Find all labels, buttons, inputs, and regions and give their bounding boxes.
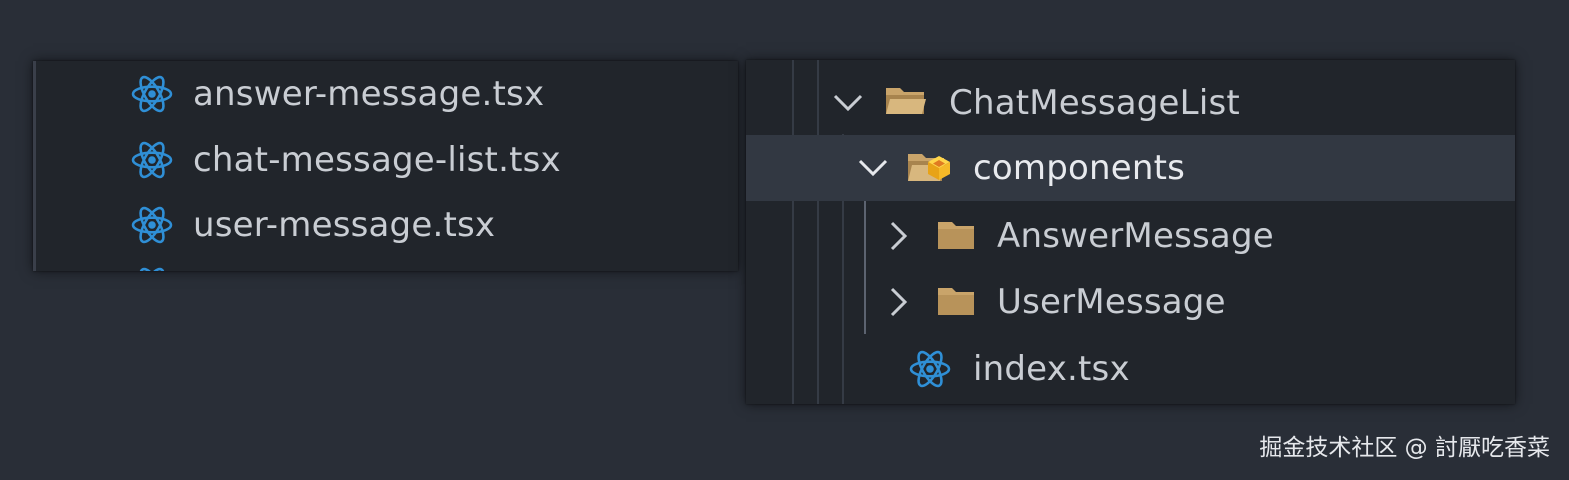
tree-row-chatmessagelist[interactable]: ChatMessageList xyxy=(746,70,1515,136)
file-name: user-message.tsx xyxy=(193,205,496,245)
folder-icon xyxy=(938,288,974,315)
folder-icon xyxy=(938,222,974,249)
react-icon xyxy=(131,141,173,179)
chevron-right-icon xyxy=(890,221,908,251)
file-name: chat-message-list.tsx xyxy=(193,140,561,180)
folder-open-icon xyxy=(886,88,926,114)
tree-row-components[interactable]: components xyxy=(746,135,1515,334)
file-name: answer-message.tsx xyxy=(193,74,545,114)
file-list-panel: answer-message.tsx chat-message-list.tsx… xyxy=(33,61,738,271)
react-icon xyxy=(131,75,173,113)
folder-name: AnswerMessage xyxy=(997,216,1274,256)
watermark-text: 掘金技术社区 @ 討厭吃香菜 xyxy=(1259,435,1550,461)
folder-name: UserMessage xyxy=(997,282,1226,322)
components-folder-open-icon xyxy=(908,154,950,181)
chevron-right-icon xyxy=(890,287,908,317)
file-row-chat-message-list[interactable]: chat-message-list.tsx xyxy=(36,127,738,193)
react-icon xyxy=(909,350,951,388)
tree-row-usermessage[interactable]: UserMessage xyxy=(746,269,1515,335)
file-row-user-message[interactable]: user-message.tsx xyxy=(36,192,738,258)
tree-row-index-tsx[interactable]: index.tsx xyxy=(746,336,1515,402)
file-row-answer-message[interactable]: answer-message.tsx xyxy=(36,61,738,127)
tree-row-answermessage[interactable]: AnswerMessage xyxy=(746,203,1515,269)
chevron-down-icon xyxy=(858,159,888,177)
chevron-down-icon xyxy=(833,94,863,112)
explorer-tree-panel: ChatMessageList components AnswerMessage… xyxy=(746,60,1515,404)
folder-name: ChatMessageList xyxy=(949,83,1240,123)
react-icon xyxy=(131,206,173,244)
file-name: index.tsx xyxy=(973,349,1130,389)
folder-name: components xyxy=(973,148,1186,188)
react-icon-partial xyxy=(139,267,165,271)
